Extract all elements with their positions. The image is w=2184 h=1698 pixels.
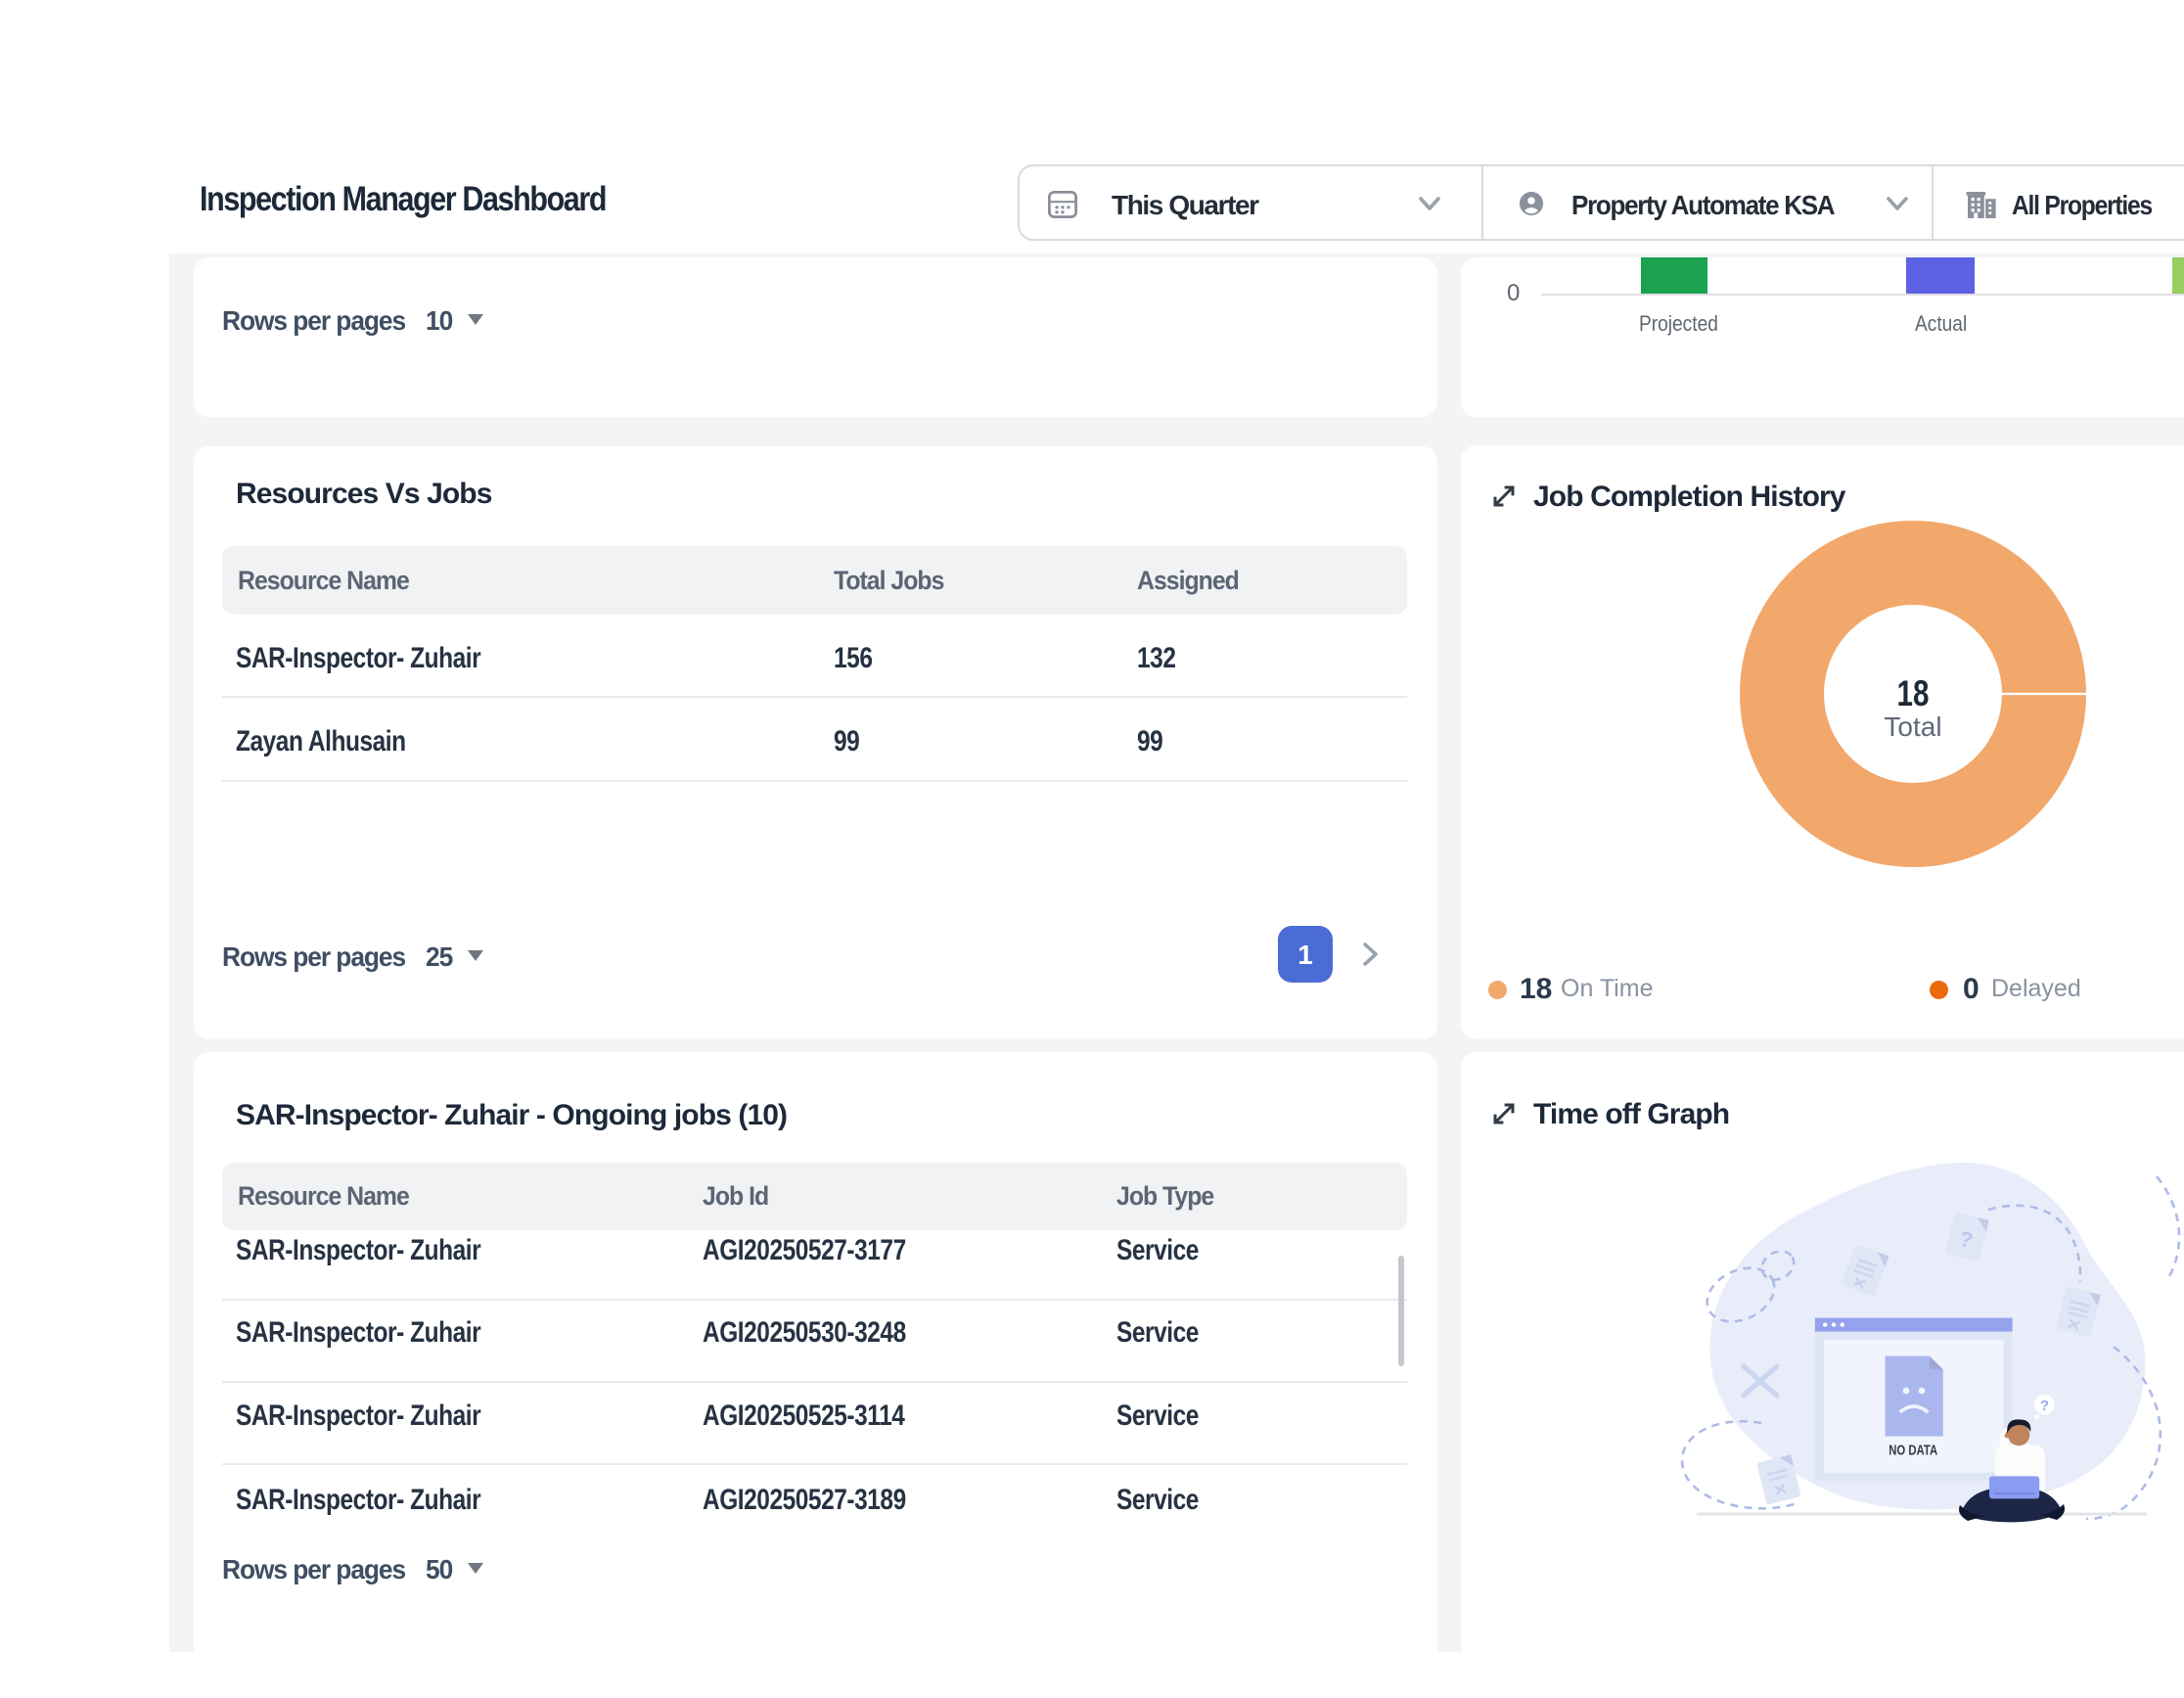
svg-text:NO DATA: NO DATA bbox=[1888, 1443, 1937, 1459]
svg-text:?: ? bbox=[2040, 1398, 2049, 1414]
